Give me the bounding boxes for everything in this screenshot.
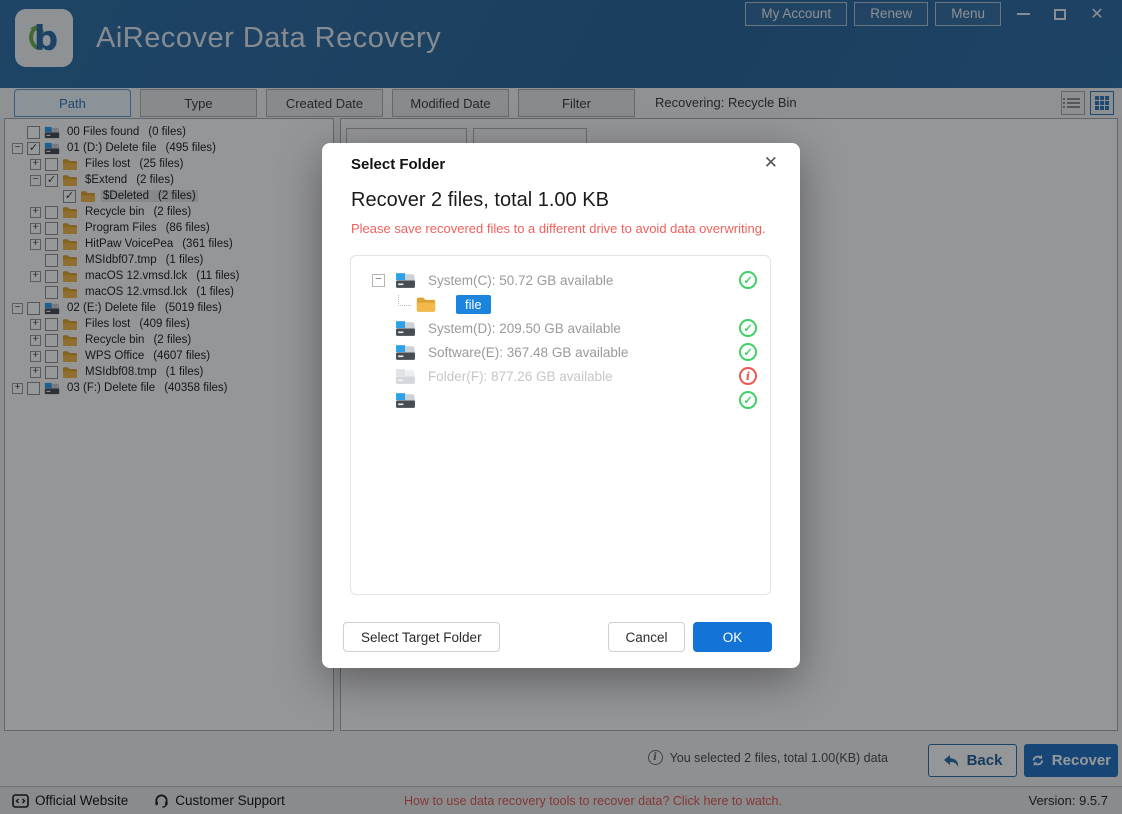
overwrite-warning: Please save recovered files to a differe… (351, 221, 766, 236)
drive-icon (395, 344, 416, 361)
dialog-close-icon[interactable]: ✕ (764, 153, 778, 173)
drive-row[interactable]: ✓ (351, 388, 770, 412)
target-folder-row[interactable]: file (351, 292, 770, 316)
drive-label: Folder(F): 877.26 GB available (428, 368, 613, 384)
ok-button[interactable]: OK (693, 622, 772, 652)
ok-status-icon: ✓ (739, 343, 757, 361)
tree-connector (398, 294, 411, 306)
drive-icon (395, 272, 416, 289)
recover-summary: Recover 2 files, total 1.00 KB (351, 189, 609, 211)
drive-row[interactable]: Folder(F): 877.26 GB available i (351, 364, 770, 388)
drive-disabled-icon (395, 368, 416, 385)
app-window: b AiRecover Data Recovery My Account Ren… (0, 0, 1122, 814)
expander-slot (372, 322, 385, 335)
drive-label: Software(E): 367.48 GB available (428, 344, 629, 360)
drive-row[interactable]: − System(C): 50.72 GB available ✓ (351, 268, 770, 292)
drive-row[interactable]: Software(E): 367.48 GB available ✓ (351, 340, 770, 364)
expander-slot (372, 346, 385, 359)
drive-list: − System(C): 50.72 GB available ✓ file Sy… (350, 255, 771, 595)
drive-icon (395, 392, 416, 409)
expander-slot (372, 394, 385, 407)
drive-row[interactable]: System(D): 209.50 GB available ✓ (351, 316, 770, 340)
ok-status-icon: ✓ (739, 271, 757, 289)
folder-icon (415, 296, 437, 313)
drive-label: System(D): 209.50 GB available (428, 320, 621, 336)
expander-slot (372, 370, 385, 383)
select-target-folder-button[interactable]: Select Target Folder (343, 622, 500, 652)
selected-folder-chip[interactable]: file (456, 294, 491, 314)
collapse-icon[interactable]: − (372, 273, 385, 287)
ok-status-icon: ✓ (739, 391, 757, 409)
dialog-title: Select Folder (351, 156, 446, 173)
error-status-icon: i (739, 367, 757, 385)
drive-label: System(C): 50.72 GB available (428, 272, 614, 288)
cancel-button[interactable]: Cancel (608, 622, 685, 652)
ok-status-icon: ✓ (739, 319, 757, 337)
drive-icon (395, 320, 416, 337)
select-folder-dialog: Select Folder ✕ Recover 2 files, total 1… (322, 143, 800, 668)
